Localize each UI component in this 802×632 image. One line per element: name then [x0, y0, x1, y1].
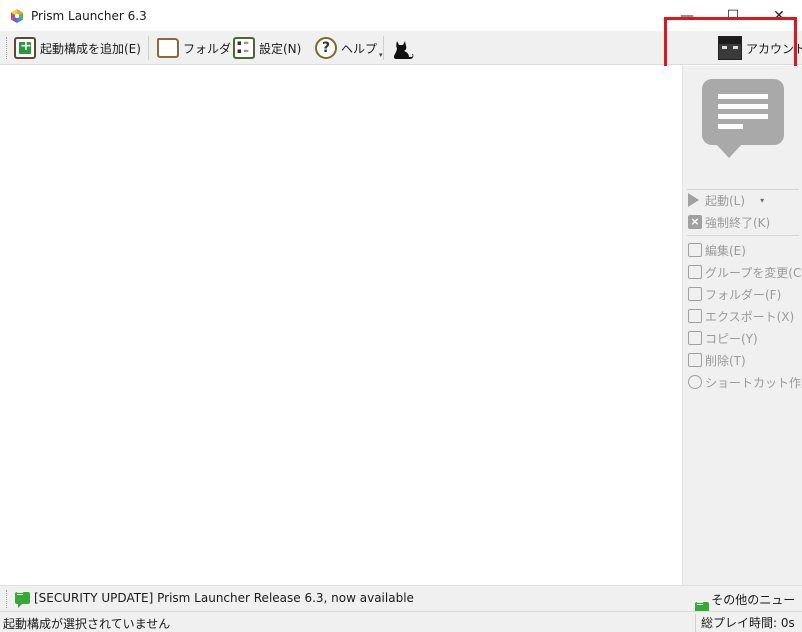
help-label: ヘルプ [341, 41, 378, 56]
edit-button[interactable]: 編集(E) [688, 240, 746, 260]
help-icon: ? [315, 37, 337, 59]
launch-button[interactable]: 起動(L) ▾ [688, 190, 764, 210]
toolbar-divider [383, 36, 384, 60]
add-instance-button[interactable]: 起動構成を追加(E) [14, 34, 141, 62]
toolbar-divider [148, 36, 149, 60]
news-headline: [SECURITY UPDATE] Prism Launcher Release… [34, 591, 414, 605]
cat-icon [393, 41, 414, 59]
chevron-down-icon: ▾ [379, 51, 383, 59]
change-group-label: グループを変更(C) [705, 265, 802, 280]
toolbar-grip[interactable] [6, 37, 8, 59]
instance-side-panel: 起動(L) ▾ × 強制終了(K) 編集(E) グループを変更(C) フォルダー… [682, 66, 802, 585]
folder-button[interactable]: フォルダー(F) [688, 284, 781, 304]
toolbar-grip[interactable] [6, 590, 8, 608]
chevron-down-icon[interactable]: ▾ [760, 196, 764, 205]
selection-status: 起動構成が選択されていません [3, 617, 171, 631]
window-title: Prism Launcher 6.3 [31, 8, 147, 23]
folders-menu-button[interactable]: フォルダ ▾ [157, 34, 237, 62]
kill-icon: × [688, 215, 702, 229]
delete-button[interactable]: 削除(T) [688, 350, 746, 370]
help-menu-button[interactable]: ? ヘルプ ▾ [315, 34, 383, 62]
copy-label: コピー(Y) [705, 331, 758, 346]
highlight-box [664, 17, 797, 71]
settings-button[interactable]: 設定(N) [233, 34, 301, 62]
kill-label: 強制終了(K) [705, 215, 771, 230]
news-headline-button[interactable]: [SECURITY UPDATE] Prism Launcher Release… [15, 589, 414, 608]
cat-toggle-button[interactable] [391, 34, 415, 62]
kill-button[interactable]: × 強制終了(K) [688, 212, 770, 232]
copy-button[interactable]: コピー(Y) [688, 328, 758, 348]
create-shortcut-button[interactable]: ショートカット作成 [688, 372, 802, 392]
change-group-button[interactable]: グループを変更(C) [688, 262, 802, 282]
folders-label: フォルダ [183, 41, 232, 56]
news-bubble-icon [702, 79, 784, 145]
add-instance-icon [14, 37, 36, 59]
launch-label: 起動(L) [705, 193, 746, 208]
side-divider [687, 235, 799, 236]
news-chat-icon [15, 589, 30, 608]
tag-icon [688, 265, 702, 279]
shortcut-label: ショートカット作成 [705, 375, 802, 390]
news-bubble-tail [716, 144, 742, 158]
news-toolbar: [SECURITY UPDATE] Prism Launcher Release… [0, 585, 802, 624]
settings-label: 設定(N) [259, 41, 302, 56]
prism-logo-icon [11, 8, 23, 23]
trash-icon [688, 353, 702, 367]
add-instance-label: 起動構成を追加(E) [40, 41, 141, 56]
folder-label: フォルダー(F) [705, 287, 782, 302]
folder-icon [157, 38, 179, 58]
delete-label: 削除(T) [705, 353, 746, 368]
copy-icon [688, 331, 702, 345]
shortcut-icon [688, 375, 702, 389]
instance-list[interactable] [0, 66, 682, 585]
folder-icon [688, 287, 702, 301]
edit-icon [688, 243, 702, 257]
settings-list-icon [233, 37, 255, 59]
export-icon [688, 309, 702, 323]
export-label: エクスポート(X) [705, 309, 795, 324]
status-bar: 起動構成が選択されていません 総プレイ時間: 0s [0, 611, 802, 632]
play-icon [688, 193, 699, 207]
export-button[interactable]: エクスポート(X) [688, 306, 794, 326]
total-playtime: 総プレイ時間: 0s [695, 614, 795, 632]
edit-label: 編集(E) [705, 243, 746, 258]
